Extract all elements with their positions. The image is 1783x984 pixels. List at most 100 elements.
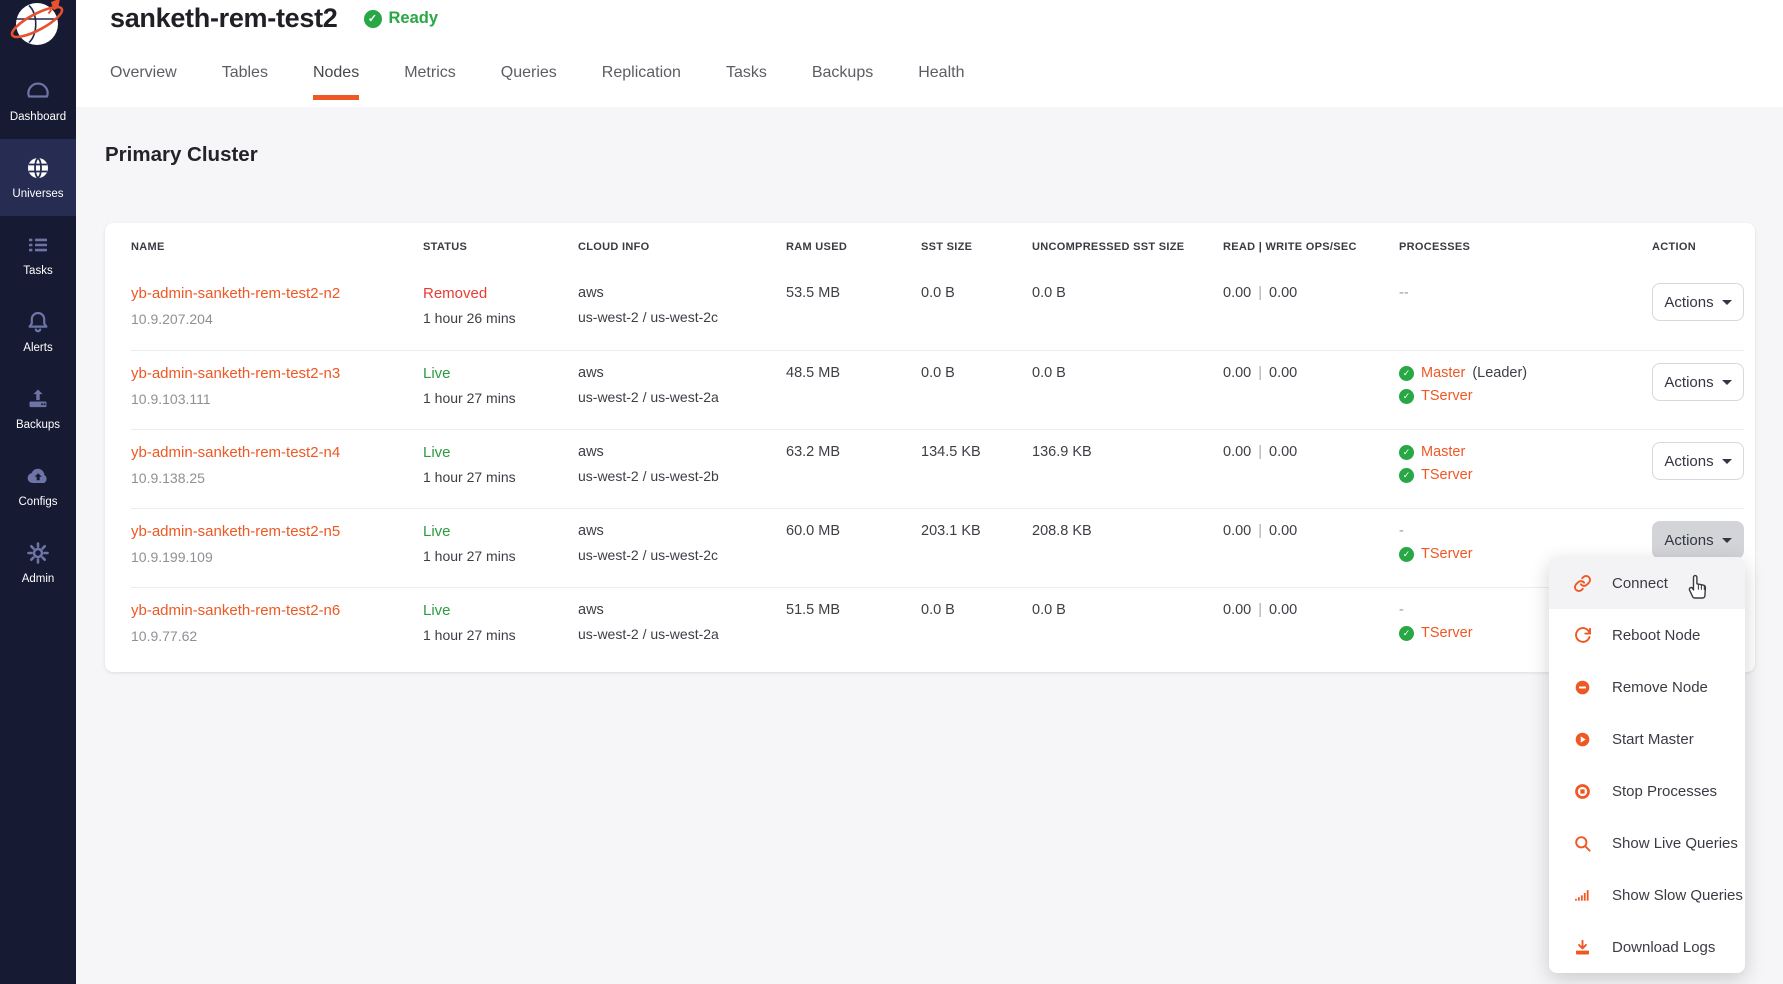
- sidebar-item-alerts[interactable]: Alerts: [0, 293, 76, 370]
- process-label: TServer: [1421, 388, 1473, 404]
- write-ops: 0.00: [1269, 285, 1297, 301]
- read-write-ops: 0.00|0.00: [1223, 285, 1399, 350]
- processes-cell: --: [1399, 285, 1652, 350]
- read-ops: 0.00: [1223, 444, 1251, 460]
- process-label: TServer: [1421, 625, 1473, 641]
- process-line: -: [1399, 523, 1652, 539]
- cloud-provider: aws: [578, 285, 786, 301]
- read-ops: 0.00: [1223, 365, 1251, 381]
- tab-nodes[interactable]: Nodes: [313, 64, 359, 100]
- dashboard-gauge-icon: [25, 78, 51, 104]
- sidebar-item-label: Tasks: [23, 265, 52, 277]
- tab-health[interactable]: Health: [918, 64, 964, 95]
- planet-rocket-icon: [7, 0, 69, 58]
- sidebar-item-universes[interactable]: Universes: [0, 139, 76, 216]
- table-row: yb-admin-sanketh-rem-test2-n2 10.9.207.2…: [131, 271, 1744, 350]
- sidebar-item-tasks[interactable]: Tasks: [0, 216, 76, 293]
- actions-button[interactable]: Actions: [1652, 283, 1744, 321]
- menu-item-remove-node[interactable]: Remove Node: [1549, 661, 1745, 713]
- reboot-icon: [1572, 626, 1592, 645]
- menu-item-show-live-queries[interactable]: Show Live Queries: [1549, 817, 1745, 869]
- column-header: UNCOMPRESSED SST SIZE: [1032, 241, 1223, 253]
- process-line: ✓Master: [1399, 444, 1652, 460]
- ops-divider: |: [1258, 523, 1262, 539]
- processes-cell: ✓Master(Leader)✓TServer: [1399, 365, 1652, 429]
- process-label: Master: [1421, 444, 1465, 460]
- tab-metrics[interactable]: Metrics: [404, 64, 456, 95]
- sst-size: 0.0 B: [921, 602, 1032, 666]
- node-uptime: 1 hour 26 mins: [423, 310, 578, 326]
- node-uptime: 1 hour 27 mins: [423, 469, 578, 485]
- sidebar-item-backups[interactable]: Backups: [0, 370, 76, 447]
- column-header: READ | WRITE OPS/SEC: [1223, 241, 1399, 253]
- table-body: yb-admin-sanketh-rem-test2-n2 10.9.207.2…: [131, 271, 1744, 666]
- cloud-provider: aws: [578, 444, 786, 460]
- node-name-link[interactable]: yb-admin-sanketh-rem-test2-n6: [131, 602, 340, 619]
- node-name-link[interactable]: yb-admin-sanketh-rem-test2-n5: [131, 523, 340, 540]
- node-name-link[interactable]: yb-admin-sanketh-rem-test2-n3: [131, 365, 340, 382]
- tab-queries[interactable]: Queries: [501, 64, 557, 95]
- tab-tasks[interactable]: Tasks: [726, 64, 767, 95]
- node-actions-menu: Connect Reboot Node Remove Node Start Ma…: [1549, 557, 1745, 973]
- column-header: ACTION: [1652, 241, 1744, 253]
- table-row: yb-admin-sanketh-rem-test2-n5 10.9.199.1…: [131, 508, 1744, 587]
- actions-button[interactable]: Actions: [1652, 521, 1744, 559]
- uncompressed-sst-size: 0.0 B: [1032, 285, 1223, 350]
- actions-button[interactable]: Actions: [1652, 363, 1744, 401]
- cloud-provider: aws: [578, 365, 786, 381]
- yugabyte-logo[interactable]: [0, 0, 76, 62]
- remove-circle-icon: [1572, 678, 1592, 697]
- tab-bar: Overview Tables Nodes Metrics Queries Replica…: [110, 64, 1783, 100]
- tab-overview[interactable]: Overview: [110, 64, 177, 95]
- sidebar-item-admin[interactable]: Admin: [0, 524, 76, 601]
- gear-icon: [25, 540, 51, 566]
- node-name-link[interactable]: yb-admin-sanketh-rem-test2-n4: [131, 444, 340, 461]
- read-write-ops: 0.00|0.00: [1223, 444, 1399, 508]
- sidebar-item-configs[interactable]: Configs: [0, 447, 76, 524]
- menu-item-label: Download Logs: [1612, 939, 1715, 956]
- menu-item-label: Show Live Queries: [1612, 835, 1738, 852]
- check-circle-icon: ✓: [1399, 626, 1414, 641]
- sidebar: Dashboard Universes Tasks Alerts: [0, 0, 76, 984]
- uncompressed-sst-size: 136.9 KB: [1032, 444, 1223, 508]
- sidebar-item-dashboard[interactable]: Dashboard: [0, 62, 76, 139]
- menu-item-reboot-node[interactable]: Reboot Node: [1549, 609, 1745, 661]
- ram-used: 48.5 MB: [786, 365, 921, 429]
- process-label: --: [1399, 285, 1409, 301]
- tab-tables[interactable]: Tables: [222, 64, 268, 95]
- sst-size: 134.5 KB: [921, 444, 1032, 508]
- download-icon: [1572, 938, 1592, 957]
- node-ip: 10.9.199.109: [131, 549, 423, 565]
- node-name-link[interactable]: yb-admin-sanketh-rem-test2-n2: [131, 285, 340, 302]
- sidebar-item-label: Admin: [22, 573, 55, 585]
- menu-item-stop-processes[interactable]: Stop Processes: [1549, 765, 1745, 817]
- cloud-upload-icon: [25, 463, 51, 489]
- cloud-region: us-west-2 / us-west-2a: [578, 626, 786, 642]
- write-ops: 0.00: [1269, 602, 1297, 618]
- caret-down-icon: [1722, 380, 1732, 385]
- process-label: -: [1399, 602, 1404, 618]
- check-icon: ✓: [364, 10, 382, 28]
- uncompressed-sst-size: 208.8 KB: [1032, 523, 1223, 587]
- menu-item-download-logs[interactable]: Download Logs: [1549, 921, 1745, 973]
- universe-header: sanketh-rem-test2 ✓ Ready OverviewTables…: [76, 0, 1783, 107]
- check-circle-icon: ✓: [1399, 366, 1414, 381]
- menu-item-show-slow-queries[interactable]: Show Slow Queries: [1549, 869, 1745, 921]
- node-status: Live: [423, 365, 578, 382]
- process-line: --: [1399, 285, 1652, 301]
- tab-backups[interactable]: Backups: [812, 64, 873, 95]
- tab-replication[interactable]: Replication: [602, 64, 681, 95]
- column-header: RAM USED: [786, 241, 921, 253]
- sidebar-item-label: Dashboard: [10, 111, 66, 123]
- table-row: yb-admin-sanketh-rem-test2-n3 10.9.103.1…: [131, 350, 1744, 429]
- actions-button[interactable]: Actions: [1652, 442, 1744, 480]
- ram-used: 51.5 MB: [786, 602, 921, 666]
- check-circle-icon: ✓: [1399, 389, 1414, 404]
- menu-item-start-master[interactable]: Start Master: [1549, 713, 1745, 765]
- menu-item-connect[interactable]: Connect: [1549, 557, 1745, 609]
- column-header: NAME: [131, 241, 423, 253]
- read-write-ops: 0.00|0.00: [1223, 602, 1399, 666]
- cloud-provider: aws: [578, 523, 786, 539]
- process-line: ✓Master(Leader): [1399, 365, 1652, 381]
- cloud-region: us-west-2 / us-west-2c: [578, 309, 786, 325]
